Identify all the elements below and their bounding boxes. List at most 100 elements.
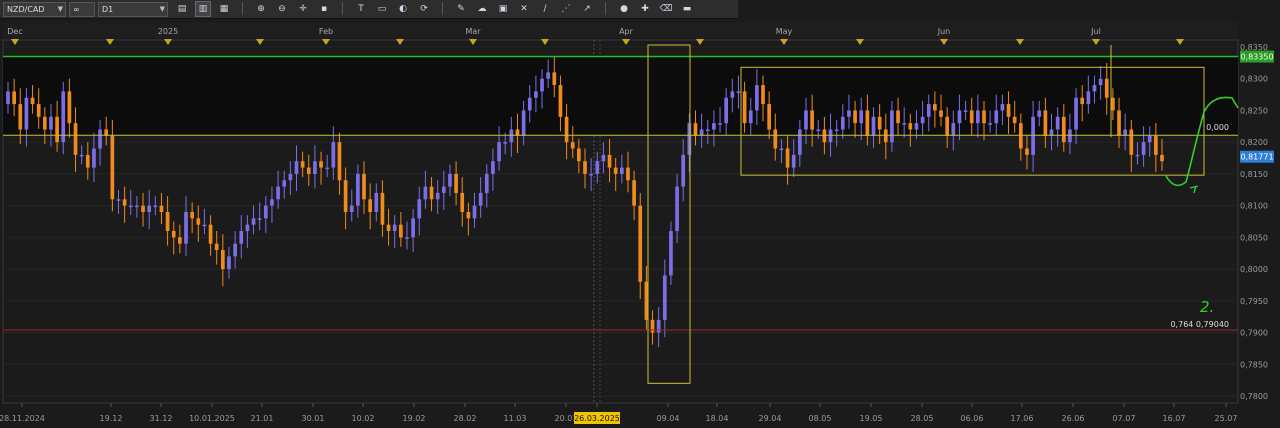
candle-body[interactable] [1080, 97, 1085, 105]
candle-body[interactable] [116, 199, 121, 201]
candle-body[interactable] [276, 186, 280, 200]
candle-body[interactable] [356, 173, 360, 206]
candle-body[interactable] [920, 116, 925, 124]
candle-body[interactable] [1141, 142, 1146, 155]
candle-body[interactable] [294, 161, 299, 174]
candle-body[interactable] [386, 224, 391, 232]
candle-body[interactable] [564, 116, 569, 143]
candle-body[interactable] [748, 110, 753, 124]
candle-body[interactable] [79, 154, 84, 157]
candle-body[interactable] [853, 110, 857, 124]
candle-body[interactable] [448, 173, 452, 187]
candle-body[interactable] [497, 142, 501, 162]
candle-body[interactable] [343, 180, 348, 212]
candle-body[interactable] [1117, 110, 1121, 136]
candle-body[interactable] [804, 110, 808, 130]
candle-body[interactable] [18, 104, 23, 130]
candle-body[interactable] [527, 97, 532, 111]
candle-body[interactable] [1043, 110, 1048, 136]
candle-body[interactable] [816, 129, 821, 131]
candle-body[interactable] [368, 199, 373, 212]
candle-body[interactable] [300, 161, 305, 168]
candle-body[interactable] [423, 186, 428, 200]
candle-body[interactable] [313, 161, 317, 174]
candle-body[interactable] [1147, 135, 1152, 143]
candle-body[interactable] [834, 129, 839, 131]
candle-body[interactable] [982, 110, 986, 124]
candle-body[interactable] [159, 205, 164, 212]
candle-body[interactable] [257, 218, 262, 220]
candle-body[interactable] [306, 167, 311, 174]
candle-body[interactable] [491, 161, 495, 174]
candle-body[interactable] [797, 129, 802, 155]
candle-body[interactable] [988, 123, 992, 125]
candle-body[interactable] [1111, 97, 1115, 111]
candle-body[interactable] [810, 110, 814, 130]
candle-body[interactable] [896, 110, 900, 124]
candle-body[interactable] [638, 205, 643, 282]
candle-body[interactable] [178, 237, 182, 244]
candle-body[interactable] [577, 148, 581, 162]
candle-body[interactable] [165, 211, 170, 232]
candle-body[interactable] [24, 97, 29, 130]
candle-body[interactable] [190, 211, 194, 219]
candle-body[interactable] [153, 205, 158, 208]
candle-body[interactable] [92, 148, 96, 168]
price-chart[interactable]: Dec 2025 Feb Mar Apr May Jun Jul0,83500,83000,8… [0, 0, 1280, 428]
candle-body[interactable] [890, 110, 894, 143]
candle-body[interactable] [270, 199, 274, 206]
candle-body[interactable] [761, 85, 765, 105]
candle-body[interactable] [135, 205, 139, 208]
candle-body[interactable] [374, 192, 379, 212]
candle-body[interactable] [49, 116, 53, 130]
candle-body[interactable] [331, 142, 336, 168]
candle-body[interactable] [429, 186, 434, 200]
candle-body[interactable] [399, 224, 403, 238]
candle-body[interactable] [245, 224, 250, 232]
candle-body[interactable] [417, 199, 422, 219]
candle-body[interactable] [220, 250, 225, 270]
candle-body[interactable] [939, 110, 943, 117]
candle-body[interactable] [392, 224, 397, 232]
candle-body[interactable] [546, 72, 551, 79]
candle-body[interactable] [669, 231, 673, 276]
candle-body[interactable] [233, 243, 237, 257]
candle-body[interactable] [509, 129, 514, 143]
candle-body[interactable] [251, 218, 256, 225]
candle-body[interactable] [325, 167, 330, 170]
candle-body[interactable] [1000, 104, 1005, 111]
candle-body[interactable] [681, 154, 686, 187]
candle-body[interactable] [840, 116, 845, 130]
candle-body[interactable] [976, 110, 980, 124]
candle-body[interactable] [902, 123, 907, 125]
candle-body[interactable] [441, 186, 446, 193]
candle-body[interactable] [945, 116, 950, 136]
candle-body[interactable] [1055, 116, 1060, 130]
candle-body[interactable] [288, 173, 293, 181]
candle-body[interactable] [171, 231, 176, 238]
candle-body[interactable] [147, 205, 152, 212]
candle-body[interactable] [822, 129, 827, 143]
candle-body[interactable] [601, 154, 606, 162]
candle-body[interactable] [626, 167, 630, 181]
candle-body[interactable] [1012, 116, 1017, 124]
candle-body[interactable] [926, 104, 931, 117]
candle-body[interactable] [994, 110, 999, 124]
candle-body[interactable] [214, 243, 219, 251]
candle-body[interactable] [472, 205, 477, 219]
candle-body[interactable] [1031, 116, 1035, 155]
candle-body[interactable] [933, 104, 937, 111]
candle-body[interactable] [662, 275, 667, 320]
candle-body[interactable] [484, 173, 489, 193]
candle-body[interactable] [411, 218, 415, 238]
candle-body[interactable] [779, 148, 784, 151]
candle-body[interactable] [1037, 110, 1042, 117]
candle-body[interactable] [1061, 116, 1066, 143]
candle-body[interactable] [773, 129, 778, 149]
candle-body[interactable] [687, 123, 692, 155]
candle-body[interactable] [607, 154, 612, 168]
candle-body[interactable] [908, 123, 913, 130]
candle-body[interactable] [196, 218, 201, 225]
candle-body[interactable] [337, 142, 342, 181]
candle-body[interactable] [791, 154, 796, 168]
